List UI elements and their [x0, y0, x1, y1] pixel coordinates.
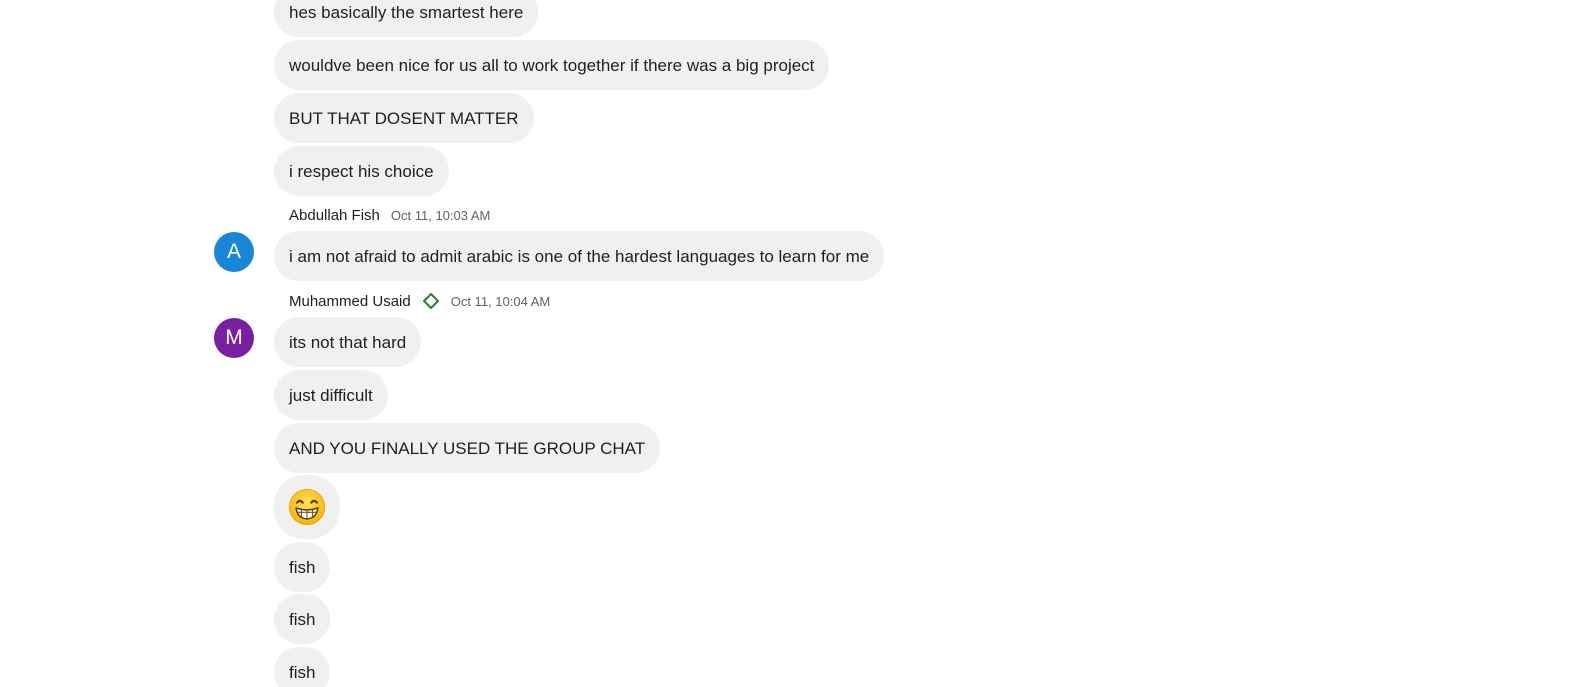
- avatar[interactable]: A: [214, 232, 254, 272]
- sender-name[interactable]: Abdullah Fish: [289, 207, 380, 224]
- message-bubble[interactable]: just difficult: [274, 370, 388, 420]
- message-text: wouldve been nice for us all to work tog…: [289, 55, 815, 75]
- chat-message-list: hes basically the smartest here wouldve …: [0, 0, 1573, 687]
- diamond-outline-icon: [422, 293, 439, 309]
- message-text: fish: [289, 557, 316, 577]
- message-text: just difficult: [289, 385, 373, 405]
- message-text: BUT THAT DOSENT MATTER: [289, 108, 519, 128]
- message-bubble[interactable]: hes basically the smartest here: [274, 0, 539, 37]
- message-timestamp: Oct 11, 10:04 AM: [450, 293, 551, 309]
- message-header: Muhammed Usaid Oct 11, 10:04 AM: [289, 292, 550, 310]
- message-text: i am not afraid to admit arabic is one o…: [289, 246, 870, 266]
- avatar[interactable]: M: [214, 318, 254, 358]
- avatar-letter: A: [226, 240, 241, 263]
- message-text: its not that hard: [289, 332, 407, 352]
- avatar-letter: M: [225, 326, 243, 349]
- grinning-face-with-smiling-eyes-emoji: [289, 489, 325, 525]
- message-bubble[interactable]: wouldve been nice for us all to work tog…: [274, 40, 830, 90]
- message-bubble[interactable]: its not that hard: [274, 317, 422, 367]
- message-bubble[interactable]: fish: [274, 594, 331, 644]
- message-bubble[interactable]: i am not afraid to admit arabic is one o…: [274, 231, 885, 281]
- message-text: AND YOU FINALLY USED THE GROUP CHAT: [289, 438, 646, 458]
- message-header: Abdullah Fish Oct 11, 10:03 AM: [289, 206, 490, 224]
- message-text: fish: [289, 662, 316, 682]
- message-bubble[interactable]: BUT THAT DOSENT MATTER: [274, 93, 534, 143]
- message-bubble[interactable]: AND YOU FINALLY USED THE GROUP CHAT: [274, 423, 661, 473]
- message-timestamp: Oct 11, 10:03 AM: [390, 207, 491, 223]
- message-bubble[interactable]: fish: [274, 647, 331, 687]
- message-text: fish: [289, 609, 316, 629]
- message-text: hes basically the smartest here: [289, 2, 524, 22]
- message-bubble[interactable]: fish: [274, 542, 331, 592]
- emoji-message-bubble[interactable]: [274, 475, 340, 539]
- message-text: i respect his choice: [289, 161, 434, 181]
- message-bubble[interactable]: i respect his choice: [274, 146, 449, 196]
- sender-name[interactable]: Muhammed Usaid: [289, 293, 411, 310]
